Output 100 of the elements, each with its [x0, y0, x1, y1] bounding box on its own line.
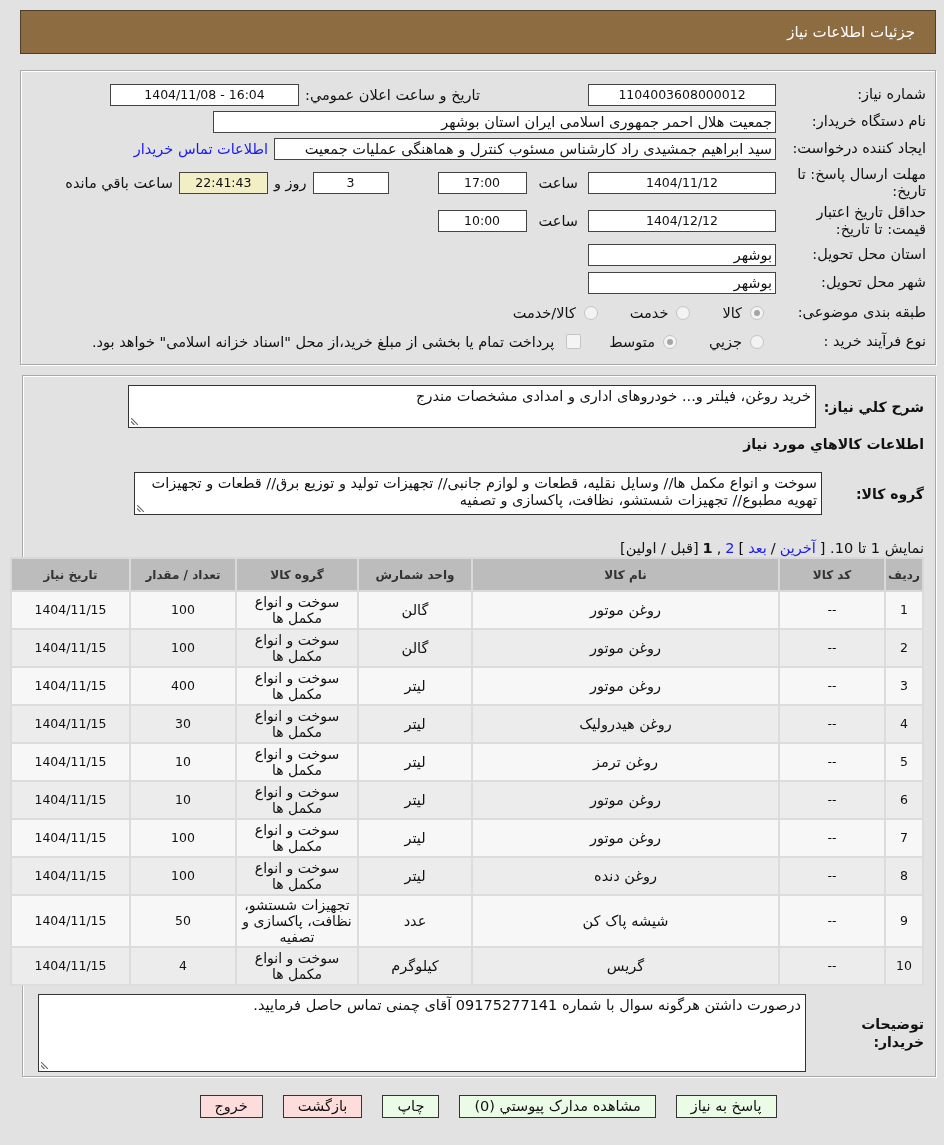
- field-label: توضیحات خریدار:: [860, 1015, 924, 1051]
- days-left-field[interactable]: 3: [312, 172, 389, 194]
- row-number-cell: 1: [885, 591, 923, 629]
- buyer-org-field[interactable]: جمعیت هلال احمر جمهوری اسلامی ایران استان بوشهر: [213, 110, 776, 133]
- field-label: تاريخ و ساعت اعلان عمومي:: [305, 86, 480, 103]
- column-header: ردیف: [885, 558, 923, 591]
- need-date-cell: 1404/11/15: [11, 743, 130, 781]
- radio-label: کالا: [722, 304, 742, 321]
- item-name-cell: روغن دنده: [472, 857, 779, 895]
- quantity-cell: 400: [130, 667, 236, 705]
- quantity-cell: 100: [130, 857, 236, 895]
- item-name-cell: روغن موتور: [472, 667, 779, 705]
- item-group-cell: سوخت و انواع مکمل ها: [236, 705, 358, 743]
- field-label: ساعت: [538, 175, 578, 191]
- item-name-cell: روغن هیدرولیک: [472, 705, 779, 743]
- field-label: استان محل تحویل:: [811, 246, 926, 263]
- item-name-cell: روغن موتور: [472, 781, 779, 819]
- need-date-cell: 1404/11/15: [11, 895, 130, 947]
- need-date-cell: 1404/11/15: [11, 781, 130, 819]
- item-name-cell: روغن موتور: [472, 819, 779, 857]
- row-number-cell: 8: [885, 857, 923, 895]
- item-code-cell: --: [779, 819, 885, 857]
- time-left-field[interactable]: 22:41:43: [178, 172, 268, 194]
- resize-grip-icon[interactable]: [131, 418, 138, 425]
- need-date-cell: 1404/11/15: [11, 591, 130, 629]
- city-field[interactable]: بوشهر: [588, 271, 776, 294]
- item-name-cell: شیشه پاک کن: [472, 895, 779, 947]
- description-field[interactable]: خرید روغن، فیلتر و... خودروهای اداری و امدادی مشخصات مندرج: [128, 385, 816, 428]
- validity-date-field[interactable]: 1404/12/12: [588, 210, 776, 232]
- need-number-field[interactable]: 1104003608000012: [588, 83, 776, 106]
- row-number-cell: 7: [885, 819, 923, 857]
- column-header: تعداد / مقدار: [130, 558, 236, 591]
- item-name-cell: گریس: [472, 947, 779, 985]
- item-group-cell: سوخت و انواع مکمل ها: [236, 947, 358, 985]
- view-attachments-button[interactable]: مشاهده مدارک پیوستي (0): [459, 1095, 656, 1118]
- item-group-cell: سوخت و انواع مکمل ها: [236, 667, 358, 705]
- item-name-cell: روغن ترمز: [472, 743, 779, 781]
- pagination-text: /: [770, 539, 776, 557]
- row-number-cell: 2: [885, 629, 923, 667]
- resize-grip-icon[interactable]: [137, 505, 144, 512]
- row-number-cell: 9: [885, 895, 923, 947]
- item-code-cell: --: [779, 667, 885, 705]
- item-group-cell: سوخت و انواع مکمل ها: [236, 857, 358, 895]
- column-header: گروه کالا: [236, 558, 358, 591]
- deadline-time-field[interactable]: 17:00: [437, 172, 527, 194]
- field-label: روز و: [273, 175, 307, 191]
- pagination-link[interactable]: بعد: [748, 539, 767, 557]
- province-field[interactable]: بوشهر: [588, 243, 776, 266]
- item-code-cell: --: [779, 781, 885, 819]
- quantity-cell: 50: [130, 895, 236, 947]
- pagination-link[interactable]: 2: [725, 539, 735, 557]
- deadline-date-field[interactable]: 1404/11/12: [588, 172, 776, 194]
- unit-cell: گالن: [358, 629, 472, 667]
- quantity-cell: 10: [130, 781, 236, 819]
- unit-cell: گالن: [358, 591, 472, 629]
- announce-date-field[interactable]: 1404/11/08 - 16:04: [110, 83, 299, 106]
- pagination-text: ]: [738, 539, 745, 557]
- current-page: 1: [702, 539, 713, 557]
- radio-label: خدمت: [629, 304, 669, 321]
- checkbox-label: پرداخت تمام یا بخشی از مبلغ خرید،از محل "اسناد خزانه اسلامی" خواهد بود.: [91, 333, 555, 350]
- print-button[interactable]: چاپ: [382, 1095, 440, 1118]
- reply-button[interactable]: پاسخ به نیاز: [675, 1095, 777, 1118]
- row-number-cell: 10: [885, 947, 923, 985]
- item-code-cell: --: [779, 857, 885, 895]
- unit-cell: لیتر: [358, 819, 472, 857]
- field-label: حداقل تاریخ اعتبار قیمت: تا تاریخ:: [815, 204, 926, 238]
- field-label: شماره نیاز:: [856, 86, 926, 103]
- validity-time-field[interactable]: 10:00: [437, 210, 527, 232]
- field-label: طبقه بندی موضوعی:: [796, 304, 926, 321]
- exit-button[interactable]: خروج: [199, 1095, 263, 1118]
- buyer-notes-field[interactable]: درصورت داشتن هرگونه سوال با شماره 09175277141 آقای چمنی تماس حاصل فرمایید.: [38, 994, 806, 1072]
- field-label: شرح کلي نیاز:: [822, 398, 924, 415]
- requester-field[interactable]: سید ابراهیم جمشیدی راد کارشناس مسئوب کنترل و هماهنگی عملیات جمعیت: [274, 137, 776, 160]
- goods-group-field[interactable]: سوخت و انواع مکمل ها// وسایل نقلیه، قطعات و لوازم جانبی// تجهیزات تولید و توزیع برق// قطعات و تجهیزات تهویه مطبوع// تجهیزات شستشو، نظافت، پاکسازی و تصفیه: [134, 472, 822, 515]
- radio-label: متوسط: [609, 333, 655, 350]
- back-button[interactable]: بازگشت: [282, 1095, 363, 1118]
- unit-cell: لیتر: [358, 781, 472, 819]
- quantity-cell: 4: [130, 947, 236, 985]
- resize-grip-icon[interactable]: [41, 1062, 48, 1069]
- field-label: ساعت: [538, 213, 578, 229]
- quantity-cell: 10: [130, 743, 236, 781]
- field-label: ساعت باقي مانده: [65, 175, 173, 191]
- unit-cell: لیتر: [358, 705, 472, 743]
- column-header: تاریخ نیاز: [11, 558, 130, 591]
- pagination-link[interactable]: آخرین: [779, 539, 816, 557]
- field-label: مهلت ارسال پاسخ: تا تاریخ:: [796, 166, 926, 200]
- quantity-cell: 100: [130, 629, 236, 667]
- pagination-text: [قبل / اولین]: [619, 539, 699, 557]
- pagination-text: نمایش 1 تا 10. [: [819, 539, 924, 557]
- section-heading: اطلاعات کالاهاي مورد نیاز: [743, 436, 924, 452]
- buyer-contact-link[interactable]: اطلاعات تماس خریدار: [133, 140, 268, 157]
- item-code-cell: --: [779, 895, 885, 947]
- item-group-cell: سوخت و انواع مکمل ها: [236, 781, 358, 819]
- item-code-cell: --: [779, 629, 885, 667]
- item-name-cell: روغن موتور: [472, 591, 779, 629]
- item-code-cell: --: [779, 705, 885, 743]
- field-label: شهر محل تحویل:: [820, 274, 926, 291]
- column-header: کد کالا: [779, 558, 885, 591]
- row-number-cell: 3: [885, 667, 923, 705]
- field-label: نام دستگاه خریدار:: [810, 113, 926, 130]
